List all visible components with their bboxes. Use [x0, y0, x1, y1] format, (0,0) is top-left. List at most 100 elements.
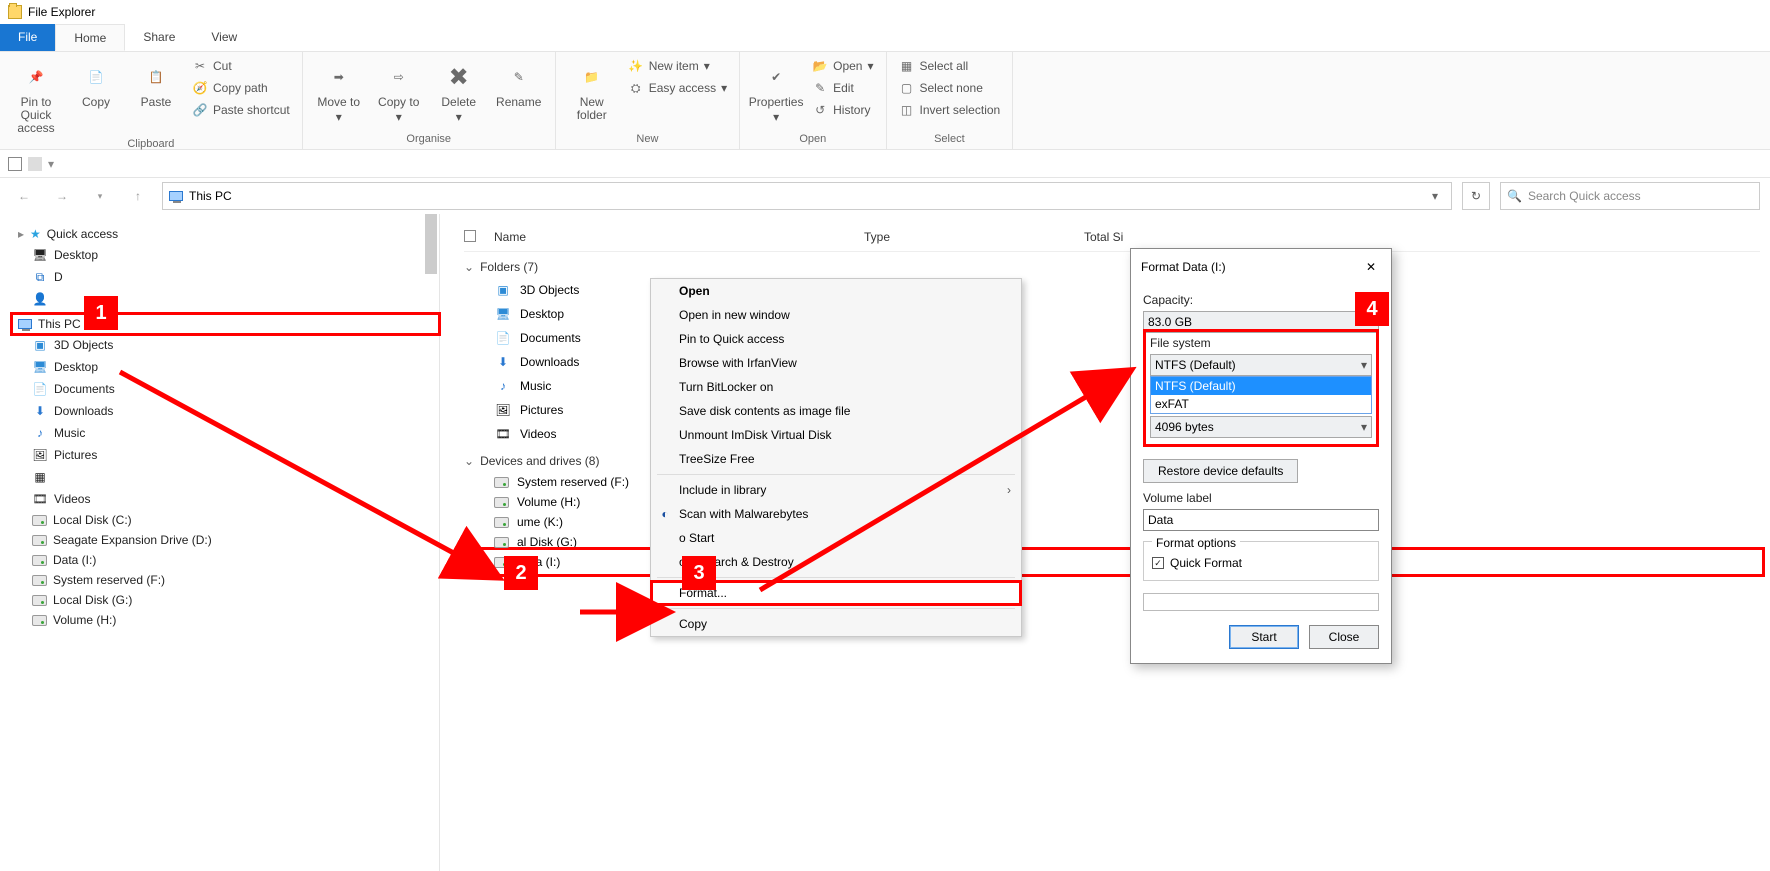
dialog-titlebar: Format Data (I:) ✕ — [1131, 249, 1391, 285]
ctx-unmount[interactable]: Unmount ImDisk Virtual Disk — [651, 423, 1021, 447]
ctx-open-window[interactable]: Open in new window — [651, 303, 1021, 327]
restore-defaults-button[interactable]: Restore device defaults — [1143, 459, 1298, 483]
invert-icon: ◫ — [899, 102, 915, 118]
col-type[interactable]: Type — [864, 230, 1084, 245]
ctx-start[interactable]: o Start — [651, 526, 1021, 550]
rename-button[interactable]: ✎Rename — [493, 56, 545, 109]
unknown-icon: ▦ — [32, 469, 48, 485]
nav-data-i[interactable]: Data (I:) — [12, 550, 439, 570]
qat-mini[interactable] — [28, 157, 42, 171]
copy-path-button[interactable]: 🧭Copy path — [190, 78, 292, 98]
easy-icon: ⛭ — [628, 80, 644, 96]
chevron-down-icon: ▾ — [1361, 420, 1367, 434]
easy-access-button[interactable]: ⛭Easy access ▾ — [626, 78, 729, 98]
copy-to-button[interactable]: ⇨Copy to▾ — [373, 56, 425, 124]
col-name[interactable]: Name — [494, 230, 864, 245]
ctx-pin[interactable]: Pin to Quick access — [651, 327, 1021, 351]
fs-option-ntfs[interactable]: NTFS (Default) — [1151, 377, 1371, 395]
group-label: New — [566, 131, 729, 147]
nav-volume-h[interactable]: Volume (H:) — [12, 610, 439, 630]
close-button[interactable]: Close — [1309, 625, 1379, 649]
nav-quick-access[interactable]: ▸ ★ Quick access — [12, 224, 439, 244]
paste-button[interactable]: 📋Paste — [130, 56, 182, 109]
copy-button[interactable]: 📄Copy — [70, 56, 122, 109]
allocation-select[interactable]: 4096 bytes▾ — [1150, 416, 1372, 438]
delete-button[interactable]: ✖Delete▾ — [433, 56, 485, 124]
pictures-icon: 🖼 — [494, 401, 512, 419]
ctx-irfanview[interactable]: Browse with IrfanView — [651, 351, 1021, 375]
nav-desktop2[interactable]: 🖥Desktop — [12, 356, 439, 378]
qat-caret[interactable]: ▾ — [48, 157, 54, 171]
drive-icon — [494, 517, 509, 528]
tab-file[interactable]: File — [0, 24, 55, 51]
tab-home[interactable]: Home — [55, 24, 125, 51]
close-button[interactable]: ✕ — [1361, 257, 1381, 277]
new-folder-button[interactable]: 📁New folder — [566, 56, 618, 122]
group-label: Open — [750, 131, 875, 147]
chevron-right-icon: › — [1007, 483, 1011, 497]
drive-icon — [32, 595, 47, 606]
select-none-button[interactable]: ▢Select none — [897, 78, 1003, 98]
select-all-button[interactable]: ▦Select all — [897, 56, 1003, 76]
nav-user[interactable]: 👤 — [12, 288, 439, 310]
nav-seagate-d[interactable]: Seagate Expansion Drive (D:) — [12, 530, 439, 550]
3d-icon: ▣ — [32, 337, 48, 353]
history-button[interactable]: ↺History — [810, 100, 875, 120]
refresh-button[interactable]: ↻ — [1462, 182, 1490, 210]
nav-videos[interactable]: 🎞Videos — [12, 488, 439, 510]
nav-desktop[interactable]: 🖥Desktop — [12, 244, 439, 266]
ctx-library[interactable]: Include in library› — [651, 478, 1021, 502]
history-icon: ↺ — [812, 102, 828, 118]
address-bar[interactable]: This PC ▾ — [162, 182, 1452, 210]
move-to-button[interactable]: ➡Move to▾ — [313, 56, 365, 124]
ctx-bitlocker[interactable]: Turn BitLocker on — [651, 375, 1021, 399]
nav-unknown[interactable]: ▦ — [12, 466, 439, 488]
ctx-copy[interactable]: Copy — [651, 612, 1021, 636]
qat-check[interactable] — [8, 157, 22, 171]
new-item-button[interactable]: ✨New item ▾ — [626, 56, 729, 76]
nav-local-g[interactable]: Local Disk (G:) — [12, 590, 439, 610]
quick-format-checkbox[interactable]: ✓ — [1152, 557, 1164, 569]
nav-back-button[interactable]: ← — [10, 182, 38, 210]
nav-this-pc[interactable]: This PC — [12, 314, 439, 334]
nav-forward-button[interactable]: → — [48, 182, 76, 210]
nav-d[interactable]: ⧉D — [12, 266, 439, 288]
nav-local-c[interactable]: Local Disk (C:) — [12, 510, 439, 530]
start-button[interactable]: Start — [1229, 625, 1299, 649]
quick-format-row[interactable]: ✓ Quick Format — [1152, 556, 1370, 570]
filesystem-select[interactable]: NTFS (Default)▾ — [1150, 354, 1372, 376]
tab-share[interactable]: Share — [125, 24, 193, 51]
folders-section[interactable]: ⌄ Folders (7) — [464, 252, 1760, 278]
address-dropdown[interactable]: ▾ — [1425, 189, 1445, 203]
ctx-malwarebytes[interactable]: ◐Scan with Malwarebytes — [651, 502, 1021, 526]
col-size[interactable]: Total Si — [1084, 230, 1204, 245]
music-icon: ♪ — [32, 425, 48, 441]
invert-selection-button[interactable]: ◫Invert selection — [897, 100, 1003, 120]
edit-button[interactable]: ✎Edit — [810, 78, 875, 98]
dropbox-icon: ⧉ — [32, 269, 48, 285]
ctx-savedisk[interactable]: Save disk contents as image file — [651, 399, 1021, 423]
fs-option-exfat[interactable]: exFAT — [1151, 395, 1371, 413]
paste-shortcut-button[interactable]: 🔗Paste shortcut — [190, 100, 292, 120]
nav-scrollbar[interactable] — [425, 214, 437, 274]
ctx-treesize[interactable]: TreeSize Free — [651, 447, 1021, 471]
nav-downloads[interactable]: ⬇Downloads — [12, 400, 439, 422]
volume-label-input[interactable] — [1143, 509, 1379, 531]
rename-icon: ✎ — [503, 62, 535, 94]
shortcut-icon: 🔗 — [192, 102, 208, 118]
properties-button[interactable]: ✔Properties▾ — [750, 56, 802, 124]
nav-recent-button[interactable]: ▾ — [86, 182, 114, 210]
ctx-open[interactable]: Open — [651, 279, 1021, 303]
nav-up-button[interactable]: ↑ — [124, 182, 152, 210]
nav-3d-objects[interactable]: ▣3D Objects — [12, 334, 439, 356]
nav-music[interactable]: ♪Music — [12, 422, 439, 444]
search-box[interactable]: 🔍 Search Quick access — [1500, 182, 1760, 210]
open-button[interactable]: 📂Open ▾ — [810, 56, 875, 76]
cut-button[interactable]: ✂Cut — [190, 56, 292, 76]
nav-documents[interactable]: 📄Documents — [12, 378, 439, 400]
col-check[interactable] — [464, 230, 494, 245]
pin-quick-access-button[interactable]: 📌Pin to Quick access — [10, 56, 62, 136]
nav-system-f[interactable]: System reserved (F:) — [12, 570, 439, 590]
nav-pictures[interactable]: 🖼Pictures — [12, 444, 439, 466]
tab-view[interactable]: View — [193, 24, 255, 51]
